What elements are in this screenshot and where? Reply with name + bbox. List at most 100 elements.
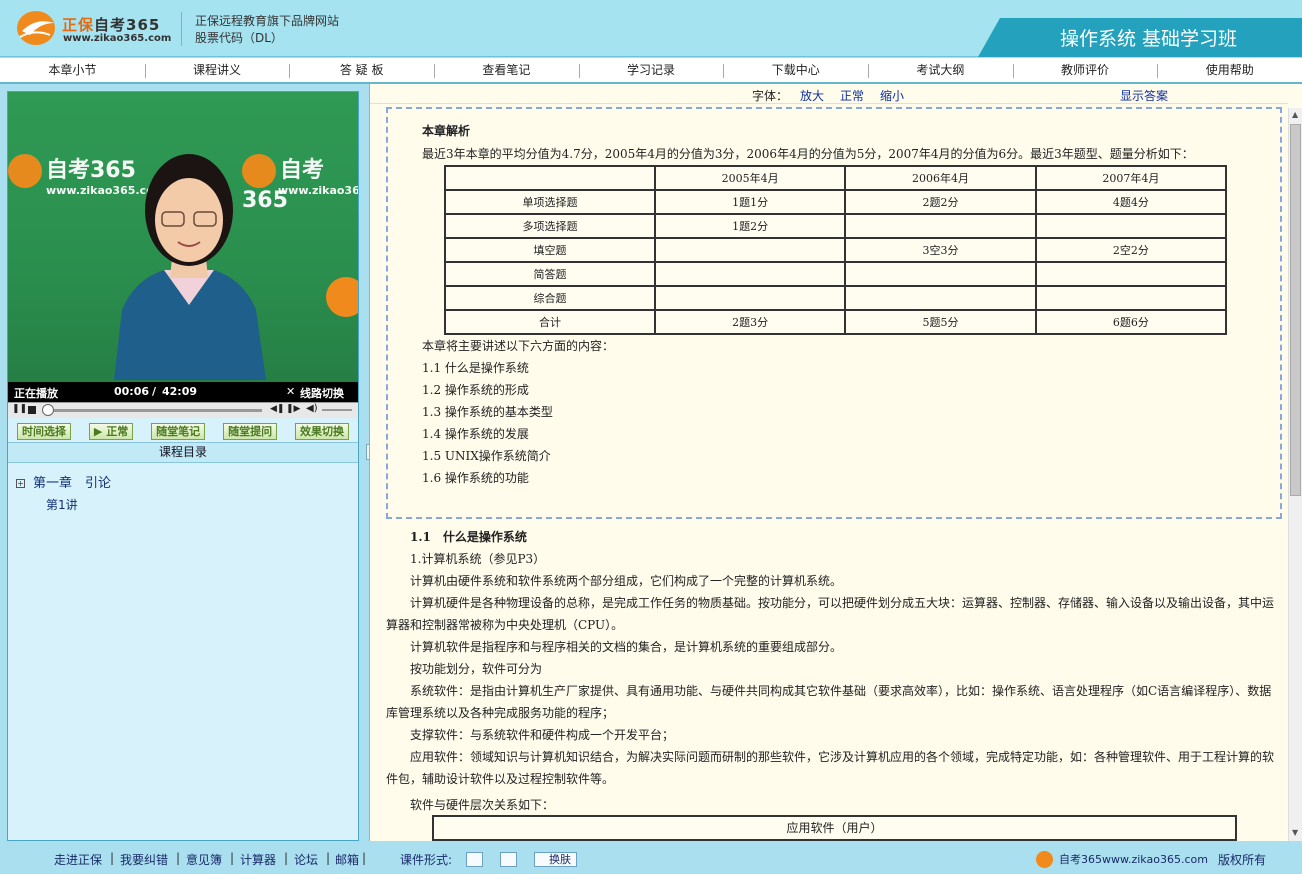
header: 正保自考365 www.zikao365.com 正保远程教育旗下品牌网站 股票…	[0, 0, 1302, 57]
footer-link-calculator[interactable]: 计算器	[240, 851, 276, 868]
lesson-item[interactable]: 第1讲	[46, 496, 78, 513]
section-title: 1.1 什么是操作系统	[410, 530, 527, 544]
scroll-thumb[interactable]	[1290, 124, 1301, 496]
nav-study-record[interactable]: 学习记录	[578, 58, 724, 82]
presenter-figure	[114, 154, 266, 380]
score-table: 2005年4月 2006年4月 2007年4月 单项选择题 1题1分 2题2分 …	[444, 165, 1228, 335]
stop-icon[interactable]	[28, 406, 36, 414]
left-pane: 自考365 www.zikao365.com 自考365 www.zikao36…	[7, 91, 359, 841]
font-label: 字体：	[752, 89, 789, 103]
logo-url: www.zikao365.com	[63, 33, 172, 44]
font-shrink-link[interactable]: 缩小	[880, 87, 904, 104]
footer-link-forum[interactable]: 论坛	[294, 851, 318, 868]
class-notes-button[interactable]: 随堂笔记	[151, 422, 206, 440]
font-enlarge-link[interactable]: 放大	[800, 87, 824, 104]
seek-bar[interactable]	[42, 409, 262, 412]
table-cell: 2空2分	[1034, 237, 1228, 263]
zikao-logo-icon	[1036, 851, 1053, 868]
paragraph: 库管理系统以及各种完成服务功能的程序；	[386, 706, 615, 720]
analysis-intro: 最近3年本章的平均分值为4.7分，2005年4月的分值为3分，2006年4月的分…	[422, 147, 1194, 161]
nav-exam-syllabus[interactable]: 考试大纲	[868, 58, 1013, 82]
footer-link-about[interactable]: 走进正保	[54, 851, 102, 868]
nav-teacher-rating[interactable]: 教师评价	[1012, 58, 1158, 82]
paragraph: 应用软件：领域知识与计算机知识结合，为解决实际问题而研制的那些软件，它涉及计算机…	[410, 750, 1275, 764]
outline-item: 1.1 什么是操作系统	[422, 361, 529, 375]
table-row: 简答题	[444, 261, 1228, 287]
content-scrollbar[interactable]: ▲ ▼	[1288, 108, 1302, 841]
table-cell	[653, 261, 847, 287]
table-cell	[444, 165, 656, 191]
playback-status: 正在播放	[14, 387, 58, 400]
time-total: 42:09	[162, 385, 198, 398]
outline-item: 1.5 UNIX操作系统简介	[422, 449, 551, 463]
paragraph: 1.计算机系统（参见P3）	[410, 552, 546, 566]
expand-icon[interactable]: +	[16, 479, 25, 488]
table-cell: 2006年4月	[844, 165, 1037, 191]
layout-split-icon[interactable]	[500, 852, 517, 867]
table-cell: 综合题	[444, 285, 656, 311]
volume-icon[interactable]: ◀)	[306, 403, 318, 414]
footer: 走进正保 | 我要纠错 | 意见簿 | 计算器 | 论坛 | 邮箱 | 课件形式…	[0, 844, 1302, 874]
table-cell	[844, 285, 1037, 311]
nav-view-notes[interactable]: 查看笔记	[434, 58, 579, 82]
copyright-link[interactable]: 版权所有	[1218, 851, 1266, 868]
table-cell: 2题2分	[844, 189, 1037, 215]
table-row: 多项选择题 1题2分	[444, 213, 1228, 239]
courseware-label: 课件形式:	[400, 853, 453, 867]
table-cell: 多项选择题	[444, 213, 656, 239]
footer-link-mail[interactable]: 邮箱	[335, 851, 359, 868]
table-cell	[1034, 285, 1228, 311]
nav-chapter-summary[interactable]: 本章小节	[0, 58, 145, 82]
table-cell	[653, 237, 847, 263]
nav-download-center[interactable]: 下载中心	[723, 58, 868, 82]
switch-line-button[interactable]: 线路切换	[300, 385, 344, 401]
table-row: 填空题 3空3分 2空2分	[444, 237, 1228, 263]
table-cell: 单项选择题	[444, 189, 656, 215]
footer-link-feedback[interactable]: 意见簿	[186, 851, 222, 868]
watermark-logo-icon	[8, 154, 42, 188]
effect-switch-button[interactable]: 效果切换	[295, 422, 350, 440]
class-question-button[interactable]: 随堂提问	[223, 422, 278, 440]
table-cell: 填空题	[444, 237, 656, 263]
outline-intro: 本章将主要讲述以下六方面的内容：	[422, 339, 615, 353]
nav-qa-board[interactable]: 答 疑 板	[289, 58, 434, 82]
table-cell: 1题1分	[653, 189, 847, 215]
layout-single-icon[interactable]	[466, 852, 483, 867]
time-current: 00:06	[114, 385, 150, 398]
paragraph: 算器和控制器常被称为中央处理机（CPU）。	[386, 618, 624, 632]
switch-line-icon: ✕	[286, 385, 296, 398]
app-software-box: 应用软件（用户）	[432, 815, 1237, 841]
play-icon: ▶	[93, 424, 107, 438]
normal-speed-button[interactable]: ▶ 正常	[88, 422, 134, 440]
time-select-button[interactable]: 时间选择	[16, 422, 71, 440]
chapter-item[interactable]: + 第一章 引论	[16, 472, 111, 491]
pause-icon[interactable]: ❚❚	[12, 404, 27, 414]
paragraph: 支撑软件：与系统软件和硬件构成一个开发平台；	[410, 728, 675, 742]
table-cell: 5题5分	[844, 309, 1037, 335]
footer-separator: |	[284, 851, 289, 865]
video-status-bar: 正在播放 00:06 / 42:09 ✕ 线路切换	[8, 382, 358, 402]
table-cell: 2005年4月	[653, 165, 847, 191]
nav-help[interactable]: 使用帮助	[1157, 58, 1302, 82]
skin-button[interactable]: 换肤	[534, 852, 577, 867]
prev-icon[interactable]: ◀❚	[270, 404, 284, 414]
font-normal-link[interactable]: 正常	[840, 87, 864, 104]
video-player[interactable]: 自考365 www.zikao365.com 自考365 www.zikao36…	[8, 92, 358, 382]
show-answer-link[interactable]: 显示答案	[1120, 87, 1168, 104]
table-row: 合计 2题3分 5题5分 6题6分	[444, 309, 1228, 335]
volume-slider[interactable]	[322, 409, 352, 411]
next-icon[interactable]: ❚▶	[286, 404, 300, 414]
table-cell	[1034, 213, 1228, 239]
nav-lecture-notes[interactable]: 课程讲义	[144, 58, 290, 82]
footer-link-report-error[interactable]: 我要纠错	[120, 851, 168, 868]
scroll-up-icon[interactable]: ▲	[1292, 110, 1298, 119]
main-nav: 本章小节 课程讲义 答 疑 板 查看笔记 学习记录 下载中心 考试大纲 教师评价…	[0, 58, 1302, 84]
course-title: 操作系统 基础学习班	[978, 18, 1302, 57]
time-separator: /	[152, 385, 157, 398]
font-toolbar: 字体： 放大 正常 缩小 显示答案	[370, 84, 1288, 104]
footer-brand-link[interactable]: 自考365www.zikao365.com	[1059, 851, 1208, 867]
player-button-row: 时间选择 ▶ 正常 随堂笔记 随堂提问 效果切换	[8, 420, 358, 442]
watermark-logo-icon	[326, 277, 358, 317]
seek-handle[interactable]	[42, 404, 54, 416]
scroll-down-icon[interactable]: ▼	[1292, 828, 1298, 837]
